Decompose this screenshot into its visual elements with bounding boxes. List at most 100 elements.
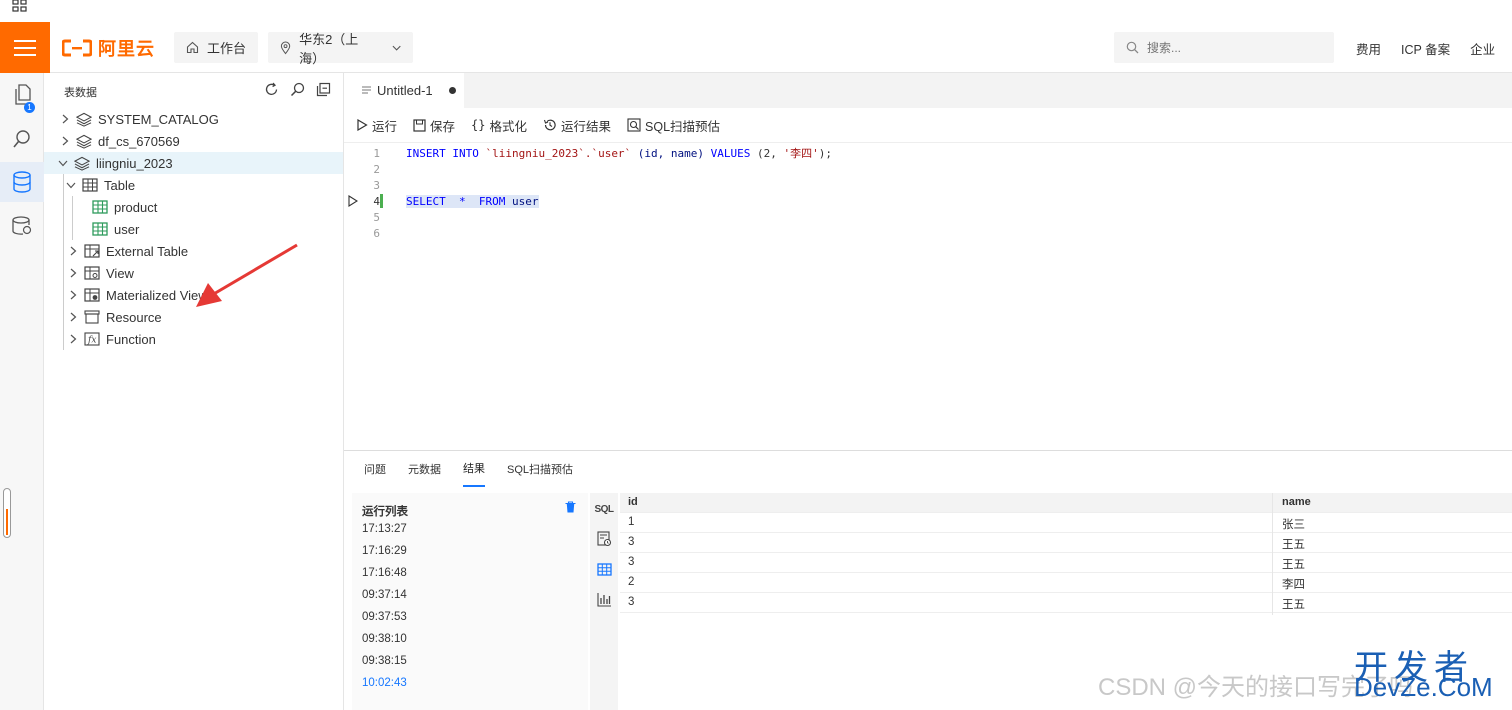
run-line-icon[interactable] [348, 195, 358, 207]
format-button[interactable]: {} 格式化 [471, 116, 527, 135]
table-row[interactable]: 3 王五 [620, 593, 1512, 613]
tree-label: View [106, 265, 134, 281]
chart-view-button[interactable] [594, 589, 614, 609]
refresh-button[interactable] [263, 81, 279, 97]
table-row[interactable]: 3 王五 [620, 553, 1512, 573]
tree-label: product [114, 199, 158, 215]
search-icon [1126, 41, 1139, 54]
table-icon [596, 562, 612, 576]
run-item[interactable]: 09:38:10 [362, 633, 407, 645]
region-selector[interactable]: 华东2（上海） [268, 32, 413, 66]
run-item[interactable]: 09:38:15 [362, 655, 407, 667]
workbench-button[interactable]: 工作台 [174, 32, 259, 63]
tree-db-df-cs[interactable]: df_cs_670569 [44, 130, 343, 152]
rail-database[interactable] [0, 162, 44, 202]
run-item[interactable]: 17:13:27 [362, 523, 407, 535]
result-view-switcher: SQL [590, 493, 618, 710]
rail-badge: 1 [24, 102, 35, 113]
sql-scan-button[interactable]: SQL扫描预估 [627, 116, 720, 135]
bottom-tabs: 问题 元数据 结果 SQL扫描预估 [364, 451, 573, 487]
editor-toolbar: 运行 保存 {} 格式化 运行结果 SQL扫描预估 [344, 108, 1512, 143]
tab-sql-scan[interactable]: SQL扫描预估 [507, 451, 573, 487]
save-button[interactable]: 保存 [413, 116, 455, 135]
location-pin-icon [280, 41, 291, 54]
column-separator[interactable] [1272, 493, 1273, 615]
link-icp[interactable]: ICP 备案 [1401, 39, 1450, 58]
column-header-name[interactable]: name [1282, 496, 1311, 508]
table-row[interactable]: 3 王五 [620, 533, 1512, 553]
column-header-id[interactable]: id [628, 496, 638, 508]
sql-scan-label: SQL扫描预估 [645, 119, 721, 134]
cell-id: 3 [628, 556, 635, 568]
chevron-down-icon [66, 180, 76, 190]
run-list: 运行列表 17:13:27 17:16:29 17:16:48 09:37:14… [352, 493, 588, 710]
home-icon [186, 41, 199, 54]
sql-editor: Untitled-1 运行 保存 {} 格式化 运行结果 SQL扫描预估 1 I… [344, 73, 1512, 450]
hamburger-icon [14, 39, 36, 56]
tree-db-liingniu[interactable]: liingniu_2023 [44, 152, 343, 174]
chevron-down-icon [392, 45, 401, 51]
cell-id: 1 [628, 516, 635, 528]
tab-results[interactable]: 结果 [463, 451, 485, 487]
external-table-icon [84, 243, 100, 259]
table-row[interactable]: 2 李四 [620, 573, 1512, 593]
aliyun-logo[interactable]: 阿里云 [62, 36, 155, 60]
menu-button[interactable] [0, 22, 50, 73]
table-icon [92, 221, 108, 237]
code-text: SELECT * FROM user [406, 194, 539, 208]
tree-label: Resource [106, 309, 162, 325]
view-icon [84, 265, 100, 281]
global-search[interactable] [1114, 32, 1334, 63]
tab-metadata[interactable]: 元数据 [408, 451, 441, 487]
collapse-all-button[interactable] [315, 81, 331, 97]
run-button[interactable]: 运行 [356, 116, 397, 135]
chevron-right-icon [60, 114, 70, 124]
scan-icon [627, 118, 641, 132]
chevron-right-icon [68, 334, 78, 344]
unsaved-dot-icon[interactable] [448, 87, 456, 94]
run-item[interactable]: 09:37:14 [362, 589, 407, 601]
table-explorer: 表数据 SYSTEM_CATALOG df_cs_670569 liingniu… [44, 73, 344, 710]
resource-icon [84, 309, 100, 325]
link-billing[interactable]: 费用 [1356, 39, 1381, 58]
layers-icon [76, 133, 92, 149]
sql-view-button[interactable]: SQL [594, 499, 614, 519]
search-tree-button[interactable] [289, 81, 305, 97]
run-item[interactable]: 17:16:29 [362, 545, 407, 557]
code-area[interactable]: 1 INSERT INTO `liingniu_2023`.`user` (id… [344, 145, 1512, 445]
cell-name: 张三 [1282, 519, 1305, 531]
run-results-button[interactable]: 运行结果 [543, 116, 611, 135]
line-number: 5 [373, 210, 380, 224]
table-icon [92, 199, 108, 215]
apps-grid-icon[interactable] [12, 0, 28, 12]
materialized-view-icon [84, 287, 100, 303]
tree-category-function[interactable]: fx Function [44, 328, 343, 350]
link-enterprise[interactable]: 企业 [1470, 39, 1495, 58]
tree-db-system-catalog[interactable]: SYSTEM_CATALOG [44, 108, 343, 130]
rail-slider-handle[interactable] [3, 488, 11, 538]
tab-untitled-1[interactable]: Untitled-1 [344, 73, 464, 108]
rail-explorer[interactable]: 1 [0, 75, 44, 115]
run-item-active[interactable]: 10:02:43 [362, 677, 407, 689]
search-icon [290, 82, 304, 96]
search-input[interactable] [1147, 40, 1317, 55]
save-icon [413, 118, 426, 132]
chevron-right-icon [68, 290, 78, 300]
tree-label: Table [104, 177, 136, 193]
rail-search[interactable] [0, 119, 44, 159]
tab-problems[interactable]: 问题 [364, 451, 386, 487]
table-row[interactable]: 1 张三 [620, 513, 1512, 533]
tree-table-product[interactable]: product [44, 196, 343, 218]
clear-runs-button[interactable] [565, 501, 576, 516]
run-item[interactable]: 17:16:48 [362, 567, 407, 579]
log-view-button[interactable] [594, 529, 614, 549]
cell-name: 王五 [1282, 559, 1305, 571]
table-view-button[interactable] [594, 559, 614, 579]
tree-table-user[interactable]: user [44, 218, 343, 240]
code-line: 3 [344, 177, 1512, 193]
server-icon [12, 216, 32, 235]
rail-storage[interactable] [0, 206, 44, 246]
run-item[interactable]: 09:37:53 [362, 611, 407, 623]
tree-category-table[interactable]: Table [44, 174, 343, 196]
code-line: 2 [344, 161, 1512, 177]
